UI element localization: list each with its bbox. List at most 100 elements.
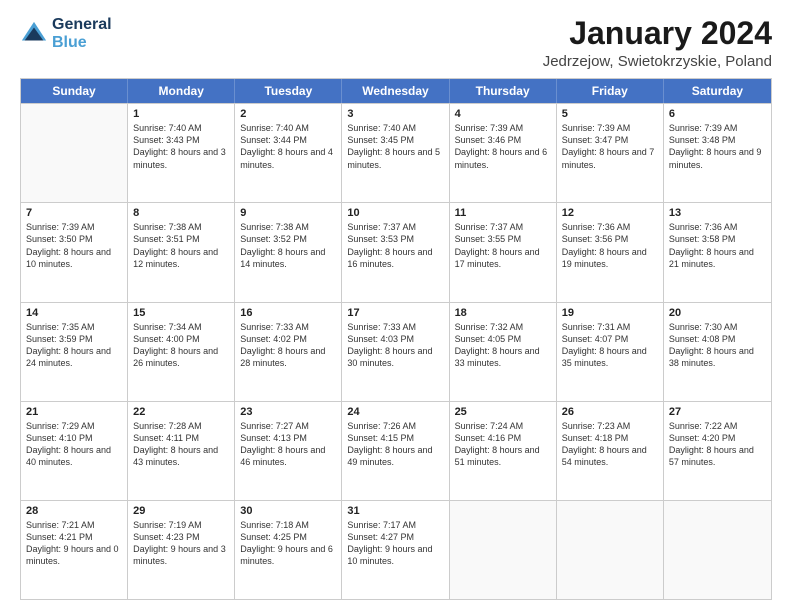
day-number: 6 [669, 108, 766, 120]
day-detail: Sunrise: 7:24 AMSunset: 4:16 PMDaylight:… [455, 420, 551, 469]
calendar-cell: 3 Sunrise: 7:40 AMSunset: 3:45 PMDaylight… [342, 104, 449, 202]
day-number: 28 [26, 505, 122, 517]
day-detail: Sunrise: 7:39 AMSunset: 3:47 PMDaylight:… [562, 122, 658, 171]
calendar-cell: 30Sunrise: 7:18 AMSunset: 4:25 PMDayligh… [235, 501, 342, 599]
calendar-cell: 26 Sunrise: 7:23 AMSunset: 4:18 PMDayligh… [557, 402, 664, 500]
day-number: 19 [562, 307, 658, 319]
calendar-cell [21, 104, 128, 202]
day-number: 22 [133, 406, 229, 418]
day-detail: Sunrise: 7:19 AMSunset: 4:23 PMDaylight:… [133, 519, 229, 568]
day-number: 27 [669, 406, 766, 418]
calendar-cell: 13 Sunrise: 7:36 AMSunset: 3:58 PMDayligh… [664, 203, 771, 301]
day-number: 10 [347, 207, 443, 219]
calendar-cell: 23Sunrise: 7:27 AMSunset: 4:13 PMDayligh… [235, 402, 342, 500]
calendar-header-tuesday: Tuesday [235, 79, 342, 103]
day-number: 9 [240, 207, 336, 219]
day-detail: Sunrise: 7:38 AMSunset: 3:52 PMDaylight:… [240, 221, 336, 270]
day-number: 1 [133, 108, 229, 120]
calendar-cell: 15 Sunrise: 7:34 AMSunset: 4:00 PMDayligh… [128, 303, 235, 401]
day-detail: Sunrise: 7:26 AMSunset: 4:15 PMDaylight:… [347, 420, 443, 469]
day-detail: Sunrise: 7:33 AMSunset: 4:02 PMDaylight:… [240, 321, 336, 370]
header: General Blue January 2024 Jedrzejow, Swi… [20, 16, 772, 70]
calendar-cell: 8 Sunrise: 7:38 AMSunset: 3:51 PMDaylight… [128, 203, 235, 301]
day-detail: Sunrise: 7:36 AMSunset: 3:58 PMDaylight:… [669, 221, 766, 270]
day-detail: Sunrise: 7:29 AMSunset: 4:10 PMDaylight:… [26, 420, 122, 469]
calendar-cell: 17Sunrise: 7:33 AMSunset: 4:03 PMDayligh… [342, 303, 449, 401]
day-number: 5 [562, 108, 658, 120]
logo-icon [20, 20, 48, 48]
calendar-week-4: 21 Sunrise: 7:29 AMSunset: 4:10 PMDayligh… [21, 401, 771, 500]
day-number: 17 [347, 307, 443, 319]
day-number: 20 [669, 307, 766, 319]
calendar-cell [664, 501, 771, 599]
day-number: 26 [562, 406, 658, 418]
day-number: 24 [347, 406, 443, 418]
calendar-week-2: 7 Sunrise: 7:39 AMSunset: 3:50 PMDaylight… [21, 202, 771, 301]
calendar-cell: 6Sunrise: 7:39 AMSunset: 3:48 PMDaylight… [664, 104, 771, 202]
calendar-cell: 21 Sunrise: 7:29 AMSunset: 4:10 PMDayligh… [21, 402, 128, 500]
calendar-cell: 22 Sunrise: 7:28 AMSunset: 4:11 PMDayligh… [128, 402, 235, 500]
calendar-cell: 18 Sunrise: 7:32 AMSunset: 4:05 PMDayligh… [450, 303, 557, 401]
day-number: 29 [133, 505, 229, 517]
day-number: 18 [455, 307, 551, 319]
calendar-body: 1 Sunrise: 7:40 AMSunset: 3:43 PMDaylight… [21, 103, 771, 599]
day-detail: Sunrise: 7:22 AMSunset: 4:20 PMDaylight:… [669, 420, 766, 469]
day-number: 8 [133, 207, 229, 219]
calendar-cell: 20Sunrise: 7:30 AMSunset: 4:08 PMDayligh… [664, 303, 771, 401]
calendar-cell: 1 Sunrise: 7:40 AMSunset: 3:43 PMDaylight… [128, 104, 235, 202]
day-detail: Sunrise: 7:31 AMSunset: 4:07 PMDaylight:… [562, 321, 658, 370]
day-detail: Sunrise: 7:18 AMSunset: 4:25 PMDaylight:… [240, 519, 336, 568]
main-title: January 2024 [543, 16, 772, 51]
calendar-header: SundayMondayTuesdayWednesdayThursdayFrid… [21, 79, 771, 103]
day-number: 7 [26, 207, 122, 219]
calendar-header-monday: Monday [128, 79, 235, 103]
calendar-cell: 12Sunrise: 7:36 AMSunset: 3:56 PMDayligh… [557, 203, 664, 301]
day-number: 11 [455, 207, 551, 219]
calendar-cell: 19 Sunrise: 7:31 AMSunset: 4:07 PMDayligh… [557, 303, 664, 401]
calendar-cell: 4Sunrise: 7:39 AMSunset: 3:46 PMDaylight… [450, 104, 557, 202]
day-number: 23 [240, 406, 336, 418]
day-detail: Sunrise: 7:39 AMSunset: 3:50 PMDaylight:… [26, 221, 122, 270]
day-number: 25 [455, 406, 551, 418]
page: General Blue January 2024 Jedrzejow, Swi… [0, 0, 792, 612]
day-detail: Sunrise: 7:40 AMSunset: 3:45 PMDaylight:… [347, 122, 443, 171]
day-detail: Sunrise: 7:28 AMSunset: 4:11 PMDaylight:… [133, 420, 229, 469]
calendar-header-thursday: Thursday [450, 79, 557, 103]
day-number: 13 [669, 207, 766, 219]
day-number: 21 [26, 406, 122, 418]
day-detail: Sunrise: 7:32 AMSunset: 4:05 PMDaylight:… [455, 321, 551, 370]
calendar-cell: 16Sunrise: 7:33 AMSunset: 4:02 PMDayligh… [235, 303, 342, 401]
calendar-cell: 28Sunrise: 7:21 AMSunset: 4:21 PMDayligh… [21, 501, 128, 599]
calendar-header-wednesday: Wednesday [342, 79, 449, 103]
day-detail: Sunrise: 7:37 AMSunset: 3:55 PMDaylight:… [455, 221, 551, 270]
day-number: 15 [133, 307, 229, 319]
day-detail: Sunrise: 7:40 AMSunset: 3:43 PMDaylight:… [133, 122, 229, 171]
calendar-cell: 2Sunrise: 7:40 AMSunset: 3:44 PMDaylight… [235, 104, 342, 202]
day-detail: Sunrise: 7:40 AMSunset: 3:44 PMDaylight:… [240, 122, 336, 171]
calendar-cell [557, 501, 664, 599]
logo: General Blue [20, 16, 112, 51]
subtitle: Jedrzejow, Swietokrzyskie, Poland [543, 53, 772, 70]
calendar: SundayMondayTuesdayWednesdayThursdayFrid… [20, 78, 772, 600]
calendar-cell: 11 Sunrise: 7:37 AMSunset: 3:55 PMDayligh… [450, 203, 557, 301]
calendar-week-3: 14Sunrise: 7:35 AMSunset: 3:59 PMDayligh… [21, 302, 771, 401]
calendar-cell: 25 Sunrise: 7:24 AMSunset: 4:16 PMDayligh… [450, 402, 557, 500]
calendar-cell: 31Sunrise: 7:17 AMSunset: 4:27 PMDayligh… [342, 501, 449, 599]
day-number: 3 [347, 108, 443, 120]
calendar-week-1: 1 Sunrise: 7:40 AMSunset: 3:43 PMDaylight… [21, 103, 771, 202]
calendar-header-friday: Friday [557, 79, 664, 103]
day-number: 4 [455, 108, 551, 120]
calendar-cell [450, 501, 557, 599]
calendar-cell: 5 Sunrise: 7:39 AMSunset: 3:47 PMDaylight… [557, 104, 664, 202]
calendar-header-saturday: Saturday [664, 79, 771, 103]
title-block: January 2024 Jedrzejow, Swietokrzyskie, … [543, 16, 772, 70]
calendar-cell: 27 Sunrise: 7:22 AMSunset: 4:20 PMDayligh… [664, 402, 771, 500]
day-detail: Sunrise: 7:38 AMSunset: 3:51 PMDaylight:… [133, 221, 229, 270]
day-detail: Sunrise: 7:34 AMSunset: 4:00 PMDaylight:… [133, 321, 229, 370]
calendar-cell: 9 Sunrise: 7:38 AMSunset: 3:52 PMDaylight… [235, 203, 342, 301]
day-detail: Sunrise: 7:23 AMSunset: 4:18 PMDaylight:… [562, 420, 658, 469]
calendar-cell: 29 Sunrise: 7:19 AMSunset: 4:23 PMDayligh… [128, 501, 235, 599]
calendar-cell: 7 Sunrise: 7:39 AMSunset: 3:50 PMDaylight… [21, 203, 128, 301]
calendar-cell: 10Sunrise: 7:37 AMSunset: 3:53 PMDayligh… [342, 203, 449, 301]
calendar-week-5: 28Sunrise: 7:21 AMSunset: 4:21 PMDayligh… [21, 500, 771, 599]
